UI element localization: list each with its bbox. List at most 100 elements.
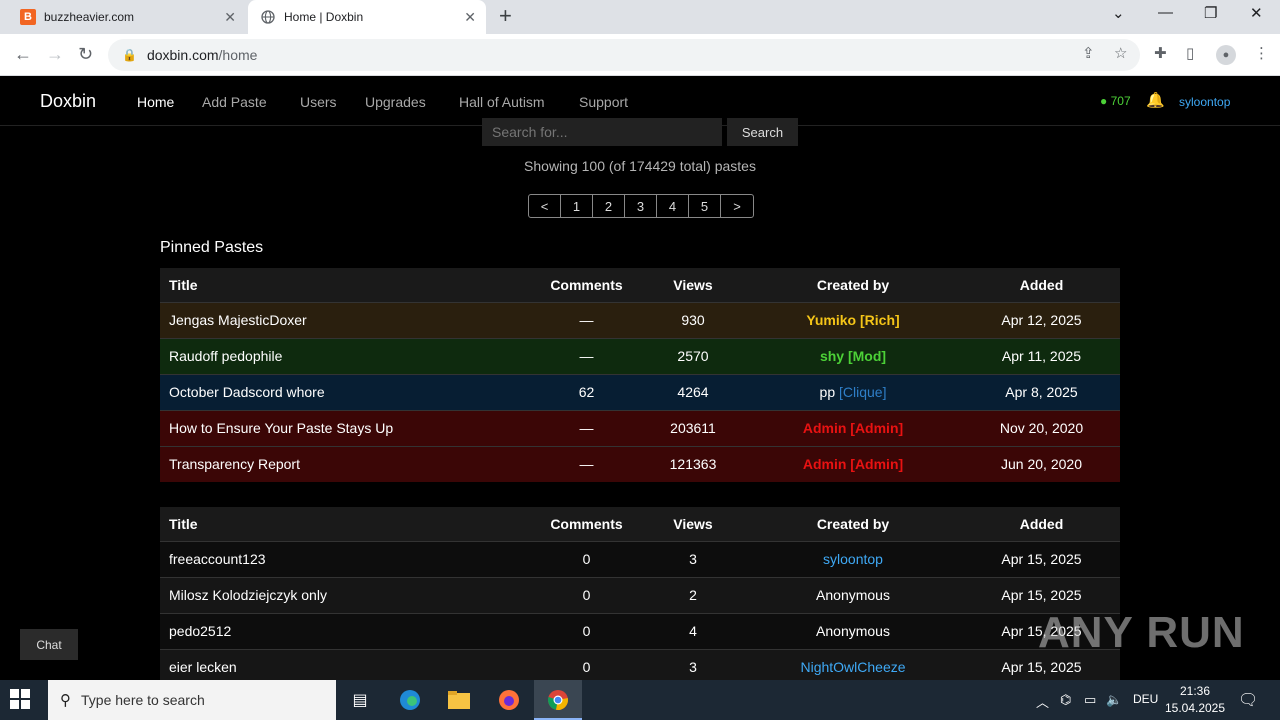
table-row[interactable]: Raudoff pedophile — 2570 shy [Mod] Apr 1…: [160, 337, 1120, 374]
paste-author[interactable]: pp [Clique]: [743, 373, 963, 410]
taskbar-search[interactable]: ⚲ Type here to search: [48, 680, 336, 720]
paste-title[interactable]: freeaccount123: [160, 540, 530, 577]
author-name[interactable]: Admin: [803, 420, 847, 436]
table-row[interactable]: Milosz Kolodziejczyk only 0 2 Anonymous …: [160, 576, 1120, 613]
tray-volume-icon[interactable]: 🔈: [1106, 692, 1122, 708]
table-header-row: Title Comments Views Created by Added: [160, 507, 1120, 541]
firefox-icon[interactable]: [497, 688, 521, 712]
table-row[interactable]: freeaccount123 0 3 syloontop Apr 15, 202…: [160, 540, 1120, 577]
search-button[interactable]: Search: [727, 118, 798, 146]
paste-author[interactable]: Admin [Admin]: [743, 445, 963, 482]
paste-title[interactable]: Jengas MajesticDoxer: [160, 301, 530, 338]
paste-added: Apr 11, 2025: [963, 337, 1120, 374]
col-title: Title: [160, 268, 530, 302]
paste-title[interactable]: How to Ensure Your Paste Stays Up: [160, 409, 530, 446]
table-row[interactable]: October Dadscord whore 62 4264 pp [Cliqu…: [160, 373, 1120, 410]
col-views: Views: [643, 507, 743, 541]
page-2[interactable]: 2: [593, 195, 625, 217]
maximize-icon[interactable]: ❐: [1204, 4, 1217, 22]
close-icon[interactable]: ✕: [224, 9, 236, 26]
close-icon[interactable]: ✕: [464, 9, 476, 26]
col-title: Title: [160, 507, 530, 541]
nav-support[interactable]: Support: [579, 94, 628, 110]
nav-users[interactable]: Users: [300, 94, 337, 110]
page-4[interactable]: 4: [657, 195, 689, 217]
page-3[interactable]: 3: [625, 195, 657, 217]
bookmark-star-icon[interactable]: ☆: [1114, 44, 1127, 62]
edge-icon[interactable]: [398, 688, 422, 712]
paste-title[interactable]: Transparency Report: [160, 445, 530, 482]
tray-network-device-icon[interactable]: ⌬: [1060, 692, 1071, 708]
tab-search-chevron-icon[interactable]: ⌄: [1112, 4, 1125, 22]
url-bar[interactable]: 🔒 doxbin.com/home: [108, 39, 1140, 71]
nav-upgrades[interactable]: Upgrades: [365, 94, 426, 110]
online-users-count: ● 707: [1100, 94, 1131, 108]
windows-taskbar: ⚲ Type here to search ▤ ︿ ⌬ ▭ 🔈 DEU 21:3…: [0, 680, 1280, 720]
table-row[interactable]: How to Ensure Your Paste Stays Up — 2036…: [160, 409, 1120, 446]
tray-chevron-up-icon[interactable]: ︿: [1036, 692, 1049, 711]
reload-icon[interactable]: ↻: [78, 44, 93, 65]
chrome-icon[interactable]: [546, 688, 570, 712]
side-panel-icon[interactable]: ▯: [1186, 44, 1194, 62]
tab-buzzheavier[interactable]: B buzzheavier.com ✕: [8, 0, 246, 34]
col-added: Added: [963, 268, 1120, 302]
paste-title[interactable]: Raudoff pedophile: [160, 337, 530, 374]
task-view-icon[interactable]: ▤: [348, 688, 372, 712]
author-name[interactable]: shy: [820, 348, 844, 364]
bell-icon[interactable]: 🔔: [1146, 91, 1165, 109]
page-5[interactable]: 5: [689, 195, 721, 217]
page-1[interactable]: 1: [561, 195, 593, 217]
table-row[interactable]: Transparency Report — 121363 Admin [Admi…: [160, 445, 1120, 482]
tab-title: Home | Doxbin: [284, 10, 364, 24]
minimize-icon[interactable]: —: [1158, 4, 1173, 21]
paste-comments: 62: [530, 373, 643, 410]
col-views: Views: [643, 268, 743, 302]
col-added: Added: [963, 507, 1120, 541]
window-close-icon[interactable]: ✕: [1250, 4, 1263, 22]
paste-author[interactable]: syloontop: [743, 540, 963, 577]
paste-title[interactable]: Milosz Kolodziejczyk only: [160, 576, 530, 613]
tray-network-icon[interactable]: ▭: [1084, 692, 1096, 708]
paste-author[interactable]: Admin [Admin]: [743, 409, 963, 446]
windows-start-icon[interactable]: [10, 689, 32, 711]
nav-username[interactable]: syloontop: [1179, 95, 1230, 109]
site-brand[interactable]: Doxbin: [40, 91, 96, 112]
nav-hall-of-autism[interactable]: Hall of Autism: [459, 94, 545, 110]
tray-language[interactable]: DEU: [1133, 692, 1158, 706]
menu-kebab-icon[interactable]: ⋮: [1254, 44, 1269, 62]
nav-add-paste[interactable]: Add Paste: [202, 94, 267, 110]
col-created-by: Created by: [743, 507, 963, 541]
tab-title: buzzheavier.com: [44, 10, 135, 24]
chat-button[interactable]: Chat: [20, 629, 78, 660]
back-arrow-icon[interactable]: ←: [14, 44, 32, 65]
page-prev[interactable]: <: [529, 195, 561, 217]
paste-author[interactable]: Yumiko [Rich]: [743, 301, 963, 338]
author-name[interactable]: Admin: [803, 456, 847, 472]
paste-added: Jun 20, 2020: [963, 445, 1120, 482]
taskbar-clock[interactable]: 21:36 15.04.2025: [1162, 683, 1228, 717]
new-tab-plus-icon[interactable]: +: [499, 5, 512, 27]
browser-tab-bar: B buzzheavier.com ✕ Home | Doxbin ✕ + ⌄ …: [0, 0, 1280, 34]
online-count-value: 707: [1110, 94, 1131, 108]
author-name[interactable]: pp: [820, 384, 836, 400]
paste-title[interactable]: pedo2512: [160, 612, 530, 649]
forward-arrow-icon[interactable]: →: [46, 44, 64, 65]
search-input[interactable]: [482, 118, 722, 146]
paste-title[interactable]: October Dadscord whore: [160, 373, 530, 410]
paste-views: 4: [643, 612, 743, 649]
paste-author[interactable]: shy [Mod]: [743, 337, 963, 374]
author-name[interactable]: NightOwlCheeze: [800, 659, 905, 675]
file-explorer-icon[interactable]: [447, 688, 471, 712]
page-next[interactable]: >: [721, 195, 753, 217]
table-row[interactable]: Jengas MajesticDoxer — 930 Yumiko [Rich]…: [160, 301, 1120, 338]
table-row[interactable]: pedo2512 0 4 Anonymous Apr 15, 2025: [160, 612, 1120, 649]
author-name[interactable]: Yumiko: [806, 312, 856, 328]
share-icon[interactable]: ⇪: [1082, 44, 1095, 62]
extensions-puzzle-icon[interactable]: ✚: [1154, 44, 1167, 62]
tab-doxbin[interactable]: Home | Doxbin ✕: [248, 0, 486, 34]
author-name[interactable]: syloontop: [823, 551, 883, 567]
nav-home[interactable]: Home: [137, 94, 174, 110]
profile-avatar-icon[interactable]: ●: [1216, 45, 1236, 65]
notifications-icon[interactable]: 🗨: [1238, 690, 1258, 710]
paste-author: Anonymous: [743, 612, 963, 649]
